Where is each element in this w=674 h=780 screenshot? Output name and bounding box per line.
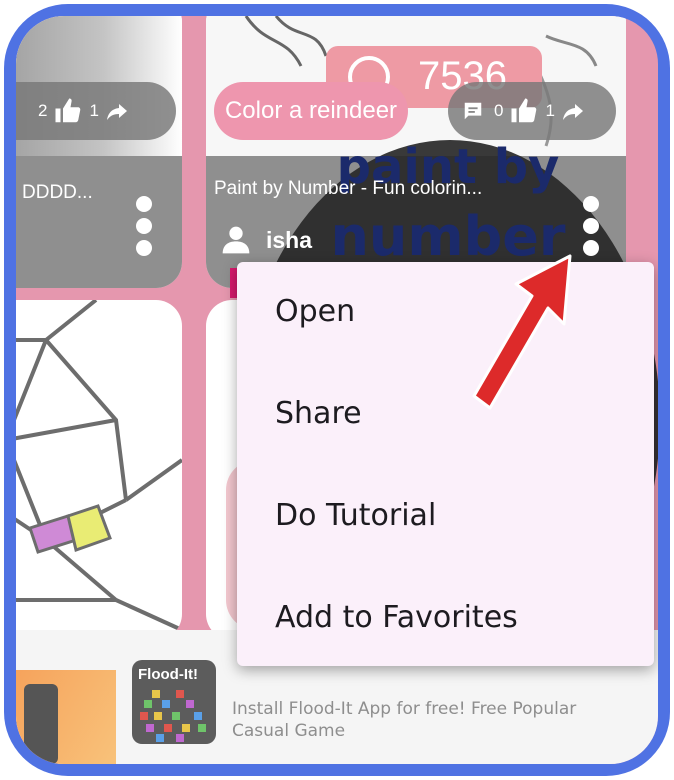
- app-icon-label: Flood-It!: [138, 666, 198, 683]
- app-screen: 2 1 DDDD... 7536 Color a reindeer 0 1 pa…: [16, 16, 658, 764]
- ad-text: Install Flood-It App for free! Free Popu…: [232, 699, 577, 741]
- artwork-card-lower-left[interactable]: [16, 300, 182, 640]
- stats-pill-left: 2 1: [16, 82, 176, 140]
- artwork-title-left: DDDD...: [22, 182, 93, 203]
- like-icon[interactable]: [53, 96, 83, 126]
- like-count: 1: [545, 101, 555, 120]
- artwork-card-left[interactable]: [16, 16, 182, 288]
- comment-icon[interactable]: [462, 100, 484, 122]
- pixel-grid: [140, 690, 206, 742]
- artwork-title-center: Paint by Number - Fun colorin...: [214, 178, 483, 199]
- flood-it-app-icon[interactable]: Flood-It!: [132, 660, 216, 744]
- share-icon[interactable]: [561, 99, 585, 123]
- comment-count: 2: [38, 101, 48, 120]
- comment-count: 0: [494, 101, 504, 120]
- card-footer: [16, 156, 182, 288]
- context-menu: Open Share Do Tutorial Add to Favorites: [237, 262, 654, 666]
- more-options-icon[interactable]: [581, 196, 601, 256]
- like-icon[interactable]: [509, 96, 539, 126]
- like-count: 1: [89, 101, 99, 120]
- user-icon: [222, 226, 250, 254]
- menu-item-do-tutorial[interactable]: Do Tutorial: [275, 498, 436, 533]
- more-options-icon-left[interactable]: [134, 196, 154, 256]
- comment-icon[interactable]: [16, 102, 18, 120]
- pointer-arrow-icon: [472, 254, 572, 410]
- menu-item-add-to-favorites[interactable]: Add to Favorites: [275, 600, 518, 635]
- author-row[interactable]: isha: [220, 224, 312, 256]
- share-icon[interactable]: [105, 99, 129, 123]
- menu-item-open[interactable]: Open: [275, 294, 355, 329]
- coloring-page-drawing: [16, 300, 182, 632]
- author-name: isha: [266, 226, 313, 253]
- phone-thumb: [24, 684, 58, 764]
- menu-item-share[interactable]: Share: [275, 396, 362, 431]
